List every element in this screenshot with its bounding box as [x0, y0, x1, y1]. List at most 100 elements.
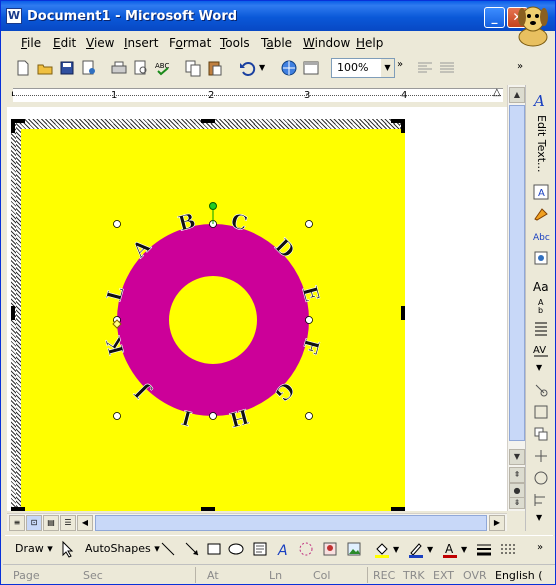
line-style-icon[interactable]: [475, 540, 493, 558]
resize-handle[interactable]: [305, 316, 313, 324]
crop-corner-marker[interactable]: [11, 507, 25, 511]
rotation-handle[interactable]: [209, 202, 217, 210]
crop-edge-marker[interactable]: [401, 306, 405, 320]
print-preview-icon[interactable]: [131, 58, 151, 78]
align-left-icon[interactable]: [415, 58, 435, 78]
font-color-icon[interactable]: A: [441, 540, 459, 558]
menu-view[interactable]: View: [86, 36, 114, 50]
horizontal-scroll-thumb[interactable]: [95, 515, 487, 531]
edit-text-button[interactable]: Edit Text...: [534, 115, 548, 173]
undo-icon[interactable]: [237, 58, 257, 78]
character-spacing-icon[interactable]: AV: [532, 341, 550, 359]
copy-icon[interactable]: [183, 58, 203, 78]
scroll-up-icon[interactable]: ▲: [509, 87, 525, 103]
lasso-select-icon[interactable]: [532, 381, 550, 399]
resize-handle[interactable]: [113, 412, 121, 420]
wordart-selection-frame[interactable]: ABCDEFGHIJKL: [11, 119, 405, 511]
status-rec[interactable]: REC: [373, 569, 395, 582]
menu-insert[interactable]: Insert: [124, 36, 158, 50]
menu-file[interactable]: File: [21, 36, 41, 50]
edit-points-icon[interactable]: [532, 403, 550, 421]
resize-handle[interactable]: [305, 220, 313, 228]
crop-corner-marker[interactable]: [11, 119, 15, 133]
print-layout-view-icon[interactable]: ▤: [43, 515, 59, 531]
insert-wordart-draw-icon[interactable]: A: [275, 540, 293, 558]
crop-edge-marker[interactable]: [201, 119, 215, 123]
insert-picture-icon[interactable]: [345, 540, 363, 558]
menu-tools[interactable]: Tools: [220, 36, 250, 50]
vertical-text-icon[interactable]: Ab: [532, 297, 550, 315]
next-page-icon[interactable]: ⇟: [509, 497, 525, 509]
previous-page-icon[interactable]: ⇞: [509, 467, 525, 483]
horizontal-ruler[interactable]: ⌂ 1 2 3 4 △: [7, 85, 507, 105]
document-area[interactable]: ABCDEFGHIJKL: [7, 107, 507, 511]
autoshapes-menu-button[interactable]: AutoShapes ▾: [85, 542, 160, 555]
wordart-gallery-icon[interactable]: A: [532, 183, 550, 201]
crop-corner-marker[interactable]: [391, 507, 405, 511]
menu-window[interactable]: Window: [303, 36, 350, 50]
wordart-graphic[interactable]: AB CDEFGHIJKL: [21, 129, 405, 511]
toolbar-options-icon-2[interactable]: »: [517, 61, 523, 72]
toolbar-dropdown-icon[interactable]: ▼: [536, 363, 542, 372]
resize-handle[interactable]: [113, 220, 121, 228]
arrow-icon[interactable]: [183, 540, 201, 558]
crop-edge-marker[interactable]: [11, 306, 15, 320]
print-icon[interactable]: [109, 58, 129, 78]
wordart-canvas[interactable]: ABCDEFGHIJKL: [21, 129, 405, 511]
outline-view-icon[interactable]: ☰: [60, 515, 76, 531]
spelling-icon[interactable]: ABC: [153, 58, 173, 78]
scroll-left-icon[interactable]: ◀: [77, 515, 93, 531]
rectangle-icon[interactable]: [205, 540, 223, 558]
dash-style-icon[interactable]: [499, 540, 517, 558]
open-folder-icon[interactable]: [35, 58, 55, 78]
undo-dropdown-icon[interactable]: ▼: [259, 63, 265, 72]
group-objects-icon[interactable]: [532, 425, 550, 443]
horizontal-scrollbar[interactable]: ≡ ⊡ ▤ ☰ ◀ ▶: [7, 513, 507, 531]
insert-diagram-icon[interactable]: [297, 540, 315, 558]
scroll-right-icon[interactable]: ▶: [489, 515, 505, 531]
new-document-icon[interactable]: [13, 58, 33, 78]
insert-wordart-icon[interactable]: A: [532, 91, 550, 109]
menu-help[interactable]: Help: [356, 36, 383, 50]
line-icon[interactable]: [159, 540, 177, 558]
document-page[interactable]: ABCDEFGHIJKL: [7, 107, 507, 511]
justify-icon[interactable]: [437, 58, 457, 78]
paste-icon[interactable]: [205, 58, 225, 78]
scroll-thumb[interactable]: [509, 105, 525, 441]
zoom-select[interactable]: 100% ▼: [331, 58, 395, 78]
font-color-dropdown-icon[interactable]: ▼: [461, 545, 467, 554]
line-color-dropdown-icon[interactable]: ▼: [427, 545, 433, 554]
tables-borders-icon[interactable]: [301, 58, 321, 78]
text-box-icon[interactable]: [251, 540, 269, 558]
text-wrapping-icon[interactable]: [532, 249, 550, 267]
minimize-button[interactable]: _: [484, 7, 505, 28]
wordart-alignment-icon[interactable]: [532, 319, 550, 337]
permission-icon[interactable]: [79, 58, 99, 78]
menu-format[interactable]: Format: [169, 36, 211, 50]
right-indent-marker-icon[interactable]: △: [493, 87, 501, 98]
toolbar-options-icon[interactable]: »: [397, 59, 403, 70]
save-icon[interactable]: [57, 58, 77, 78]
status-ovr[interactable]: OVR: [463, 569, 487, 582]
flip-icon[interactable]: [532, 447, 550, 465]
toolbar-options-icon-3[interactable]: »: [537, 542, 543, 553]
web-layout-view-icon[interactable]: ⊡: [26, 515, 42, 531]
oval-icon[interactable]: [227, 540, 245, 558]
fill-color-dropdown-icon[interactable]: ▼: [393, 545, 399, 554]
status-ext[interactable]: EXT: [433, 569, 454, 582]
resize-handle[interactable]: [305, 412, 313, 420]
scroll-down-icon[interactable]: ▼: [509, 449, 525, 465]
menu-edit[interactable]: Edit: [53, 36, 76, 50]
fill-color-icon[interactable]: [373, 540, 391, 558]
insert-clip-art-icon[interactable]: [321, 540, 339, 558]
insert-hyperlink-icon[interactable]: [279, 58, 299, 78]
rotate-icon[interactable]: [532, 469, 550, 487]
format-wordart-icon[interactable]: [532, 205, 550, 223]
crop-edge-marker[interactable]: [201, 507, 215, 511]
crop-corner-marker[interactable]: [401, 119, 405, 133]
status-trk[interactable]: TRK: [403, 569, 425, 582]
menu-table[interactable]: Table: [261, 36, 292, 50]
vertical-scrollbar[interactable]: ▲ ▼ ⇞ ● ⇟: [507, 85, 525, 511]
same-letter-heights-icon[interactable]: Aa: [532, 277, 550, 295]
toolbar-dropdown-icon-2[interactable]: ▼: [536, 513, 542, 522]
